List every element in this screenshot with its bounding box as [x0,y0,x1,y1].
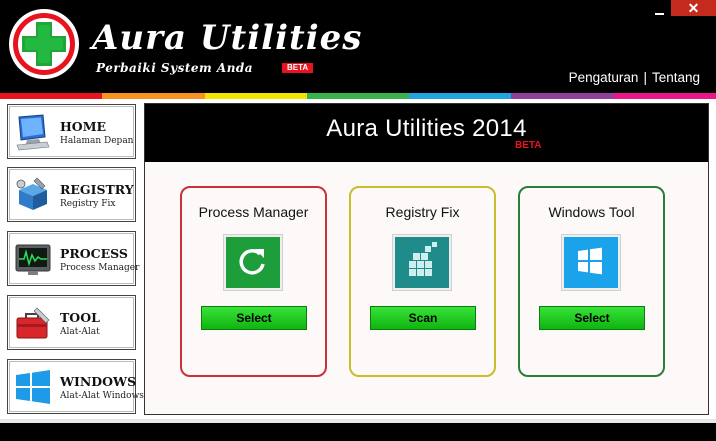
minimize-icon [654,13,664,15]
sidebar-item-sublabel: Alat-Alat [60,327,100,337]
sidebar-item-windows[interactable]: WINDOWS Alat-Alat Windows [7,359,144,414]
app-subtitle: Perbaiki System Anda [96,61,254,75]
sidebar-item-registry[interactable]: REGISTRY Registry Fix [7,167,136,222]
nav-separator: | [643,70,647,85]
sidebar-item-label: PROCESS [60,246,128,261]
card-windows-tool: Windows Tool Select [518,186,665,377]
toolbox-icon [16,307,50,339]
beta-badge: BETA [282,63,314,73]
sidebar-item-sublabel: Registry Fix [60,199,116,209]
card-title: Process Manager [198,204,309,220]
monitor-icon [16,114,50,151]
sidebar-item-tool[interactable]: TOOL Alat-Alat [7,295,136,350]
windows-logo-icon [578,247,602,275]
main-beta-label: BETA [515,140,542,151]
bottom-border [0,419,716,423]
sidebar-item-sublabel: Halaman Depan [60,136,134,146]
card-title: Windows Tool [548,204,635,220]
sidebar-item-label: HOME [60,119,107,134]
main-panel: Aura Utilities 2014 BETA Process Manager… [144,103,709,415]
app-logo [9,9,79,79]
registry-tools-icon [16,177,47,210]
registry-cubes-icon [409,242,437,276]
medical-cross-icon [22,22,66,66]
main-header: Aura Utilities 2014 BETA [145,104,708,162]
registry-fix-scan-button[interactable]: Scan [370,306,476,330]
process-manager-select-button[interactable]: Select [201,306,307,330]
minimize-button[interactable] [652,2,666,18]
nav-settings-link[interactable]: Pengaturan [569,70,639,85]
sidebar-item-sublabel: Alat-Alat Windows [60,391,144,401]
sidebar-item-label: REGISTRY [60,182,134,197]
card-title: Registry Fix [385,204,460,220]
close-button[interactable]: ✕ [671,0,716,16]
sidebar-item-label: TOOL [60,310,100,325]
sidebar-item-label: WINDOWS [60,374,137,389]
windows-logo-icon [16,370,50,404]
nav-about-link[interactable]: Tentang [652,70,700,85]
sidebar-item-sublabel: Process Manager [60,263,140,273]
card-tile [223,234,283,291]
card-registry-fix: Registry Fix Scan [349,186,496,377]
card-tile [561,234,621,291]
app-title: Aura Utilities [92,18,363,58]
sidebar-item-process[interactable]: PROCESS Process Manager [7,231,140,286]
card-process-manager: Process Manager Select [180,186,327,377]
sidebar-item-home[interactable]: HOME Halaman Depan [7,104,136,159]
windows-tool-select-button[interactable]: Select [539,306,645,330]
main-title: Aura Utilities 2014 [326,115,527,142]
top-nav: Pengaturan | Tentang [569,70,700,85]
card-tile [392,234,452,291]
refresh-icon [239,249,265,275]
activity-monitor-icon [15,244,51,275]
